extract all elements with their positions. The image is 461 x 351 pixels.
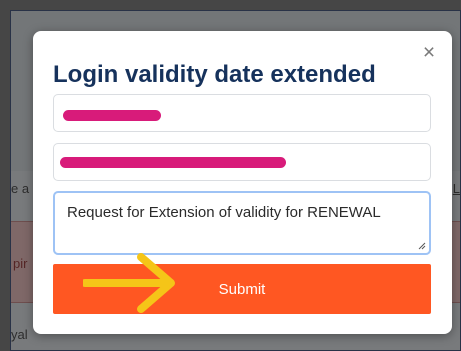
resize-grip-icon[interactable] [418, 242, 426, 250]
modal-title: Login validity date extended [53, 61, 376, 88]
close-icon[interactable]: × [420, 42, 438, 63]
submit-label: Submit [218, 280, 266, 298]
request-textarea[interactable]: Request for Extension of validity for RE… [53, 191, 431, 255]
redacted-field-2[interactable] [53, 143, 431, 181]
request-text: Request for Extension of validity for RE… [67, 204, 381, 221]
redacted-field-1[interactable] [53, 94, 431, 132]
redaction-mark [63, 110, 161, 121]
login-validity-modal: × Login validity date extended Request f… [33, 31, 452, 334]
arrow-right-icon [83, 253, 175, 313]
redaction-mark [60, 157, 286, 168]
